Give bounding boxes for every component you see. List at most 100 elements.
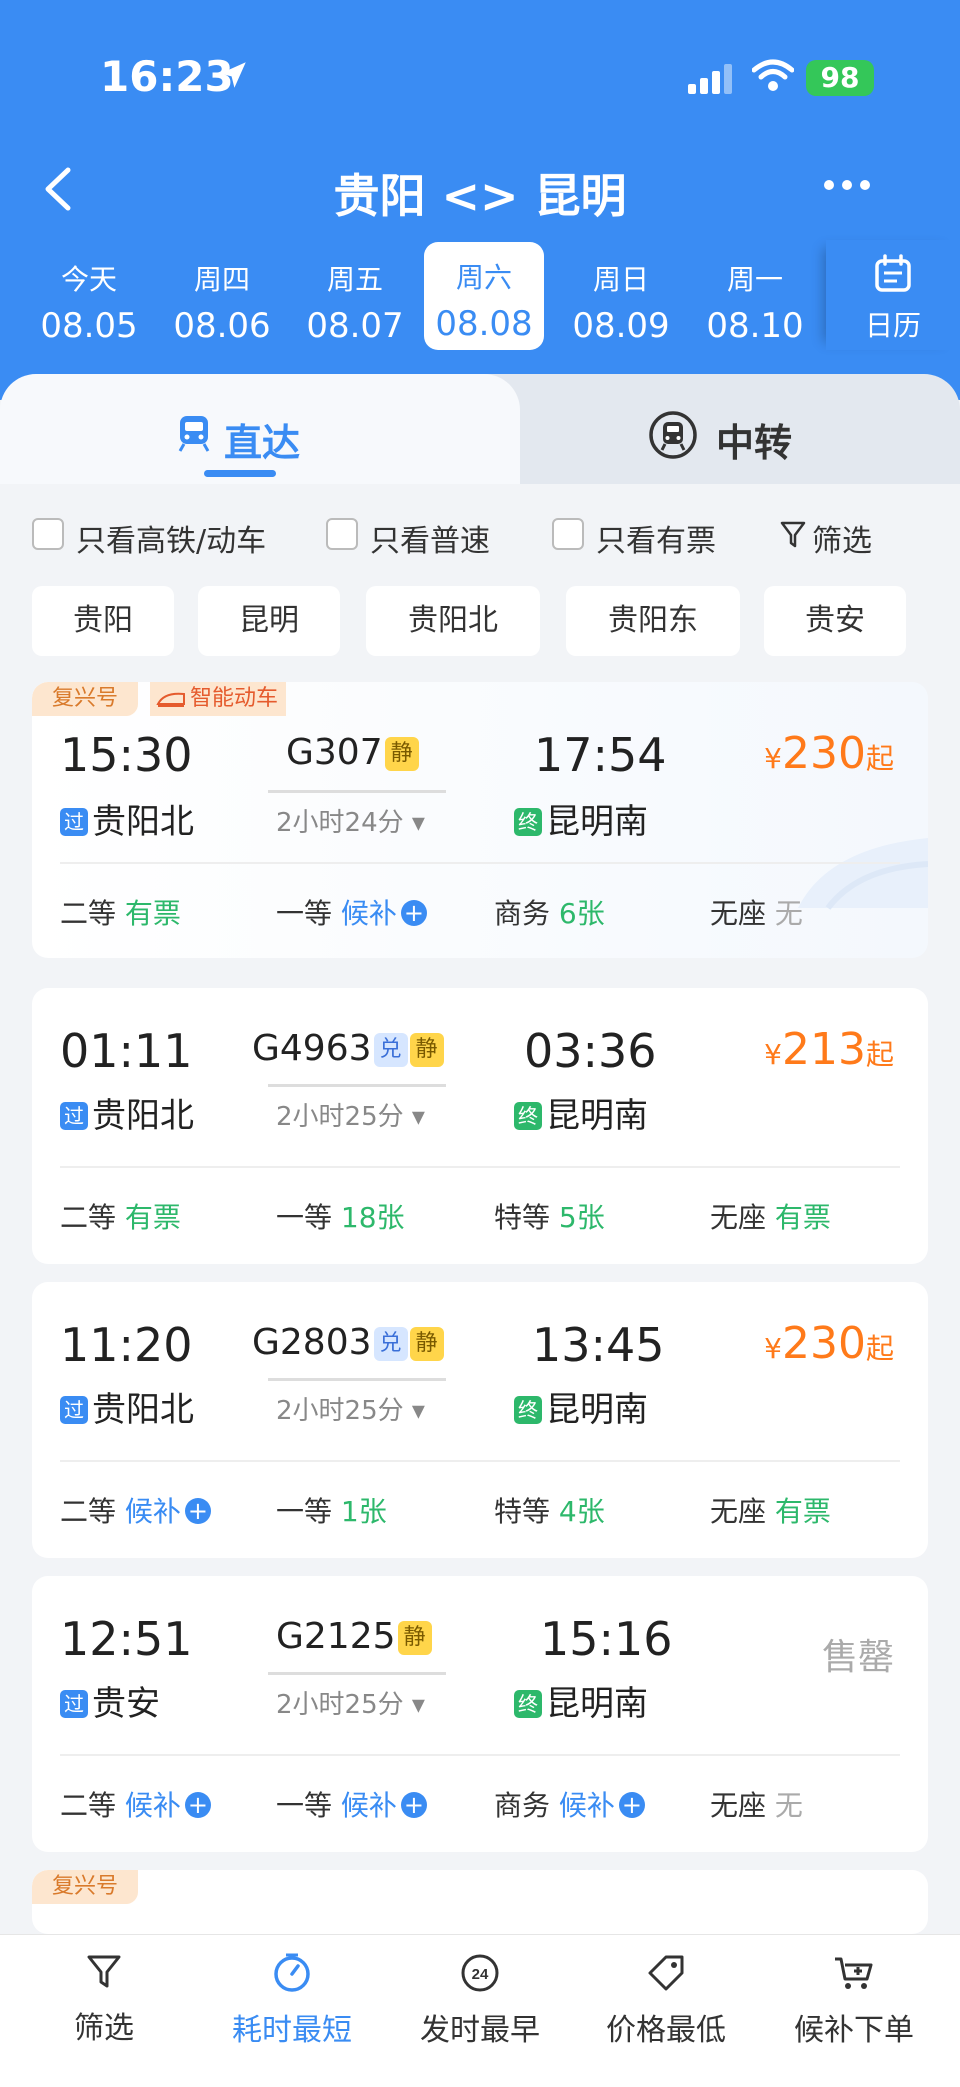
- available-checkbox[interactable]: [552, 518, 584, 550]
- seat-name: 无座: [710, 1789, 767, 1822]
- departure-station-name: 贵阳北: [92, 1096, 194, 1136]
- plus-icon[interactable]: +: [184, 1792, 211, 1818]
- seat-business[interactable]: 商务 候补 +: [494, 1784, 645, 1824]
- date-item[interactable]: 周四 08.06: [157, 244, 287, 350]
- duration[interactable]: 2小时24分 ▾: [276, 802, 425, 839]
- plus-icon[interactable]: +: [400, 1792, 427, 1818]
- seat-name: 商务: [494, 897, 551, 930]
- station-chip[interactable]: 贵安: [764, 586, 906, 656]
- seat-business: 商务 6张: [494, 892, 605, 932]
- date-value: 08.08: [435, 304, 533, 344]
- seat-status: 有票: [124, 1201, 181, 1234]
- highspeed-label[interactable]: 只看高铁/动车: [76, 516, 266, 560]
- sort-shortest-button[interactable]: 耗时最短: [202, 1953, 382, 2049]
- normal-checkbox[interactable]: [326, 518, 358, 550]
- date-item[interactable]: 今天 08.05: [24, 244, 154, 350]
- seat-first-class[interactable]: 一等 候补 +: [276, 892, 427, 932]
- chevron-down-icon: ▾: [411, 1102, 425, 1132]
- divider: [60, 1166, 900, 1168]
- plus-icon[interactable]: +: [618, 1792, 645, 1818]
- quiet-badge: 静: [409, 1033, 444, 1067]
- timer-icon: [274, 1953, 310, 1992]
- price-suffix: 起: [865, 742, 894, 775]
- date-day: 周四: [193, 263, 250, 296]
- station-chip[interactable]: 昆明: [198, 586, 340, 656]
- train-number: G307 静: [286, 732, 419, 773]
- calendar-button[interactable]: 日历: [826, 240, 960, 350]
- arrival-time: 15:16: [540, 1612, 673, 1666]
- status-time: 16:23: [100, 52, 234, 101]
- seat-no-seat: 无座 无: [710, 1784, 803, 1824]
- seat-second-class[interactable]: 二等 候补 +: [60, 1784, 211, 1824]
- arrival-station-name: 昆明南: [546, 1684, 648, 1724]
- more-icon[interactable]: [822, 178, 872, 192]
- departure-station: 过贵阳北: [60, 1088, 194, 1137]
- train-card[interactable]: 12:51 过贵安 G2125 静 2小时25分 ▾ 15:16 终昆明南 售罄 …: [32, 1576, 928, 1852]
- terminal-badge: 终: [514, 1690, 542, 1718]
- arrival-station-name: 昆明南: [546, 1096, 648, 1136]
- train-card[interactable]: 复兴号 智能动车 15:30 过贵阳北 G307 静 2小时24分 ▾ 17:54…: [32, 682, 928, 958]
- duration-line: [268, 1672, 446, 1675]
- duration[interactable]: 2小时25分 ▾: [276, 1096, 425, 1133]
- seat-status: 候补: [124, 1495, 181, 1528]
- duration-text: 2小时25分: [276, 1690, 404, 1720]
- filter-label[interactable]: 筛选: [812, 516, 872, 560]
- available-label[interactable]: 只看有票: [596, 516, 716, 560]
- battery-indicator: 98: [806, 60, 874, 96]
- train-card[interactable]: 复兴号: [32, 1870, 928, 1934]
- funnel-icon[interactable]: [780, 520, 806, 550]
- waitlist-order-label: 候补下单: [794, 2013, 914, 2048]
- terminal-badge: 终: [514, 808, 542, 836]
- seat-second-class[interactable]: 二等 候补 +: [60, 1490, 211, 1530]
- highspeed-checkbox[interactable]: [32, 518, 64, 550]
- duration[interactable]: 2小时25分 ▾: [276, 1684, 425, 1721]
- arrival-station: 终昆明南: [514, 1676, 648, 1725]
- arrival-time: 17:54: [534, 728, 667, 782]
- date-item-selected[interactable]: 周六 08.08: [424, 242, 544, 350]
- date-value: 08.09: [572, 306, 670, 346]
- station-chip[interactable]: 贵阳: [32, 586, 174, 656]
- date-day: 周五: [326, 263, 383, 296]
- seat-first-class[interactable]: 一等 候补 +: [276, 1784, 427, 1824]
- divider: [60, 1460, 900, 1462]
- station-chip[interactable]: 贵阳东: [566, 586, 740, 656]
- train-card[interactable]: 01:11 过贵阳北 G4963 兑静 2小时25分 ▾ 03:36 终昆明南 ¥…: [32, 988, 928, 1264]
- normal-label[interactable]: 只看普速: [370, 516, 490, 560]
- terminal-badge: 终: [514, 1396, 542, 1424]
- seat-name: 一等: [276, 1201, 333, 1234]
- duration[interactable]: 2小时25分 ▾: [276, 1390, 425, 1427]
- date-item[interactable]: 周五 08.07: [290, 244, 420, 350]
- date-item[interactable]: 周日 08.09: [556, 244, 686, 350]
- train-icon: [156, 692, 185, 707]
- duration-line: [268, 790, 446, 793]
- seat-premium: 特等 4张: [494, 1490, 605, 1530]
- waitlist-order-button[interactable]: 候补下单: [764, 1953, 944, 2049]
- tab-transfer-label: 中转: [716, 421, 793, 465]
- pass-badge: 过: [60, 1396, 88, 1424]
- sort-earliest-button[interactable]: 24 发时最早: [390, 1953, 570, 2049]
- seat-status: 有票: [774, 1201, 831, 1234]
- plus-icon[interactable]: +: [184, 1498, 211, 1524]
- seat-first-class: 一等 1张: [276, 1490, 387, 1530]
- seat-first-class: 一等 18张: [276, 1196, 405, 1236]
- train-card[interactable]: 11:20 过贵阳北 G2803 兑静 2小时25分 ▾ 13:45 终昆明南 ¥…: [32, 1282, 928, 1558]
- seat-no-seat: 无座 有票: [710, 1196, 831, 1236]
- seat-status: 候补: [340, 897, 397, 930]
- plus-icon[interactable]: +: [400, 900, 427, 926]
- station-chip[interactable]: 贵阳北: [366, 586, 540, 656]
- sort-earliest-label: 发时最早: [420, 2013, 540, 2048]
- exchange-badge: 兑: [373, 1327, 408, 1361]
- arrival-time: 13:45: [532, 1318, 665, 1372]
- quiet-badge: 静: [409, 1327, 444, 1361]
- arrival-station: 终昆明南: [514, 1088, 648, 1137]
- sort-cheapest-button[interactable]: 价格最低: [576, 1953, 756, 2049]
- departure-station-name: 贵安: [92, 1684, 160, 1724]
- sort-filter-button[interactable]: 筛选: [14, 1953, 194, 2047]
- train-number-text: G307: [286, 732, 383, 773]
- date-item[interactable]: 周一 08.10: [690, 244, 820, 350]
- sold-out-label: 售罄: [821, 1637, 894, 1678]
- date-selector: 今天 08.05 周四 08.06 周五 08.07 周六 08.08 周日 08.09 …: [0, 240, 960, 350]
- departure-station-name: 贵阳北: [92, 802, 194, 842]
- seat-status: 无: [774, 897, 803, 930]
- seat-name: 二等: [60, 1201, 117, 1234]
